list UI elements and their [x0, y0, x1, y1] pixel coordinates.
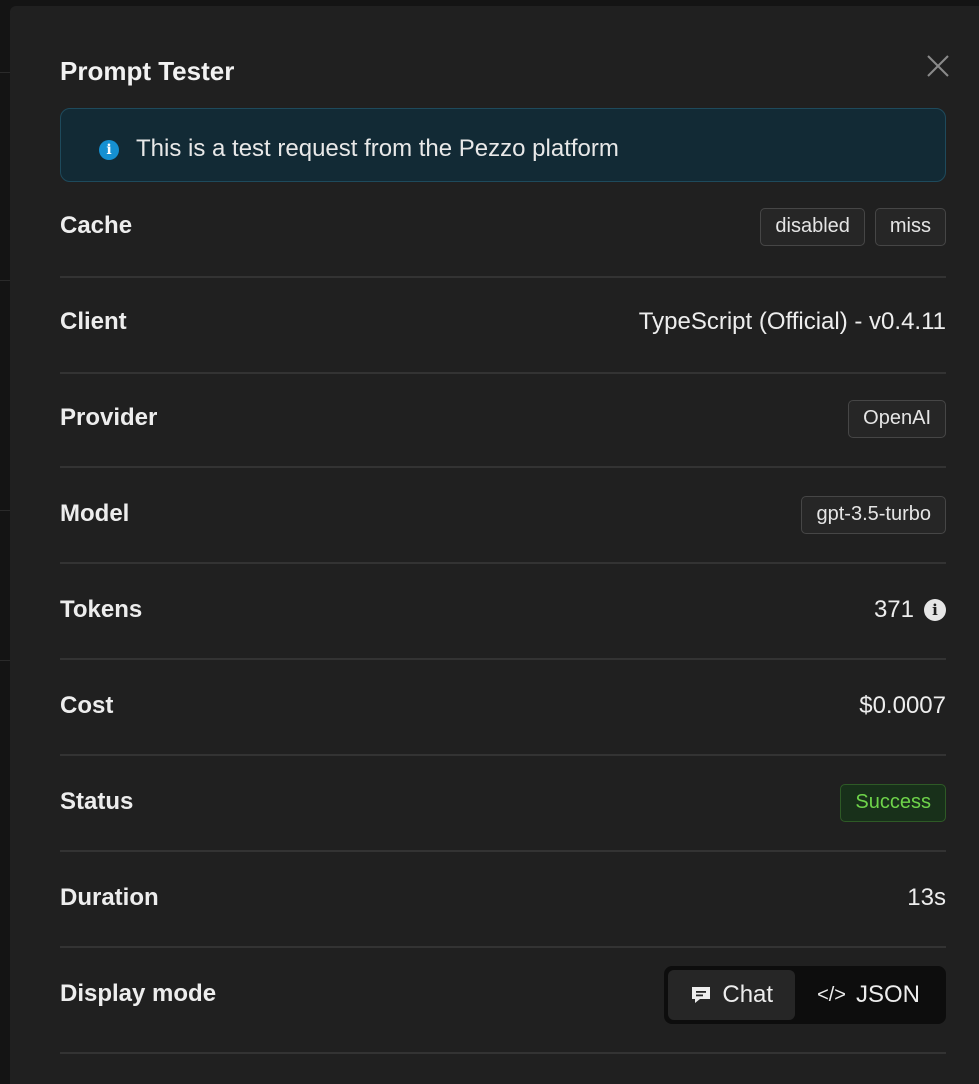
- cache-value: disabled miss: [760, 208, 946, 246]
- chat-label: Chat: [722, 981, 774, 1008]
- client-value: TypeScript (Official) - v0.4.11: [638, 308, 946, 335]
- row-client: Client TypeScript (Official) - v0.4.11: [60, 308, 946, 374]
- row-display-mode: Display mode Chat </> JSON: [60, 966, 946, 1054]
- status-badge: Success: [840, 784, 946, 822]
- row-cost: Cost $0.0007: [60, 692, 946, 756]
- backdrop-line: [0, 72, 10, 73]
- provider-tag: OpenAI: [848, 400, 946, 438]
- row-duration: Duration 13s: [60, 884, 946, 948]
- backdrop-line: [0, 660, 10, 661]
- row-model: Model gpt-3.5-turbo: [60, 496, 946, 564]
- row-tokens: Tokens 371 i: [60, 596, 946, 660]
- info-circle-icon: i: [99, 140, 119, 160]
- duration-value: 13s: [907, 884, 946, 911]
- client-label: Client: [60, 308, 127, 335]
- test-request-alert: i This is a test request from the Pezzo …: [60, 108, 946, 182]
- cache-label: Cache: [60, 212, 133, 239]
- tokens-info-icon[interactable]: i: [924, 599, 946, 621]
- provider-label: Provider: [60, 404, 158, 431]
- display-mode-control: Chat </> JSON: [664, 966, 946, 1024]
- provider-value: OpenAI: [848, 400, 946, 438]
- backdrop-line: [0, 510, 10, 511]
- status-label: Status: [60, 788, 134, 815]
- status-value: Success: [840, 784, 946, 822]
- cost-value: $0.0007: [859, 692, 946, 719]
- cache-hit-tag: miss: [874, 208, 946, 246]
- prompt-tester-drawer: Prompt Tester i This is a test request f…: [10, 6, 979, 1084]
- display-mode-chat-button[interactable]: Chat: [668, 970, 796, 1020]
- drawer-title: Prompt Tester: [60, 56, 235, 86]
- backdrop-line: [0, 280, 10, 281]
- display-mode-label: Display mode: [60, 980, 217, 1007]
- display-mode-json-button[interactable]: </> JSON: [795, 970, 942, 1020]
- json-label: JSON: [855, 981, 920, 1008]
- alert-text: This is a test request from the Pezzo pl…: [136, 135, 619, 162]
- tokens-label: Tokens: [60, 596, 143, 623]
- close-icon: [927, 55, 949, 77]
- tokens-value: 371: [873, 596, 914, 623]
- duration-label: Duration: [60, 884, 159, 911]
- close-button[interactable]: [922, 50, 954, 82]
- tokens-value-wrap: 371 i: [874, 596, 946, 624]
- model-value: gpt-3.5-turbo: [801, 496, 946, 534]
- chat-icon: [690, 984, 712, 1006]
- cache-enabled-tag: disabled: [760, 208, 865, 246]
- row-provider: Provider OpenAI: [60, 400, 946, 468]
- cost-label: Cost: [60, 692, 114, 719]
- code-icon: </>: [817, 983, 846, 1006]
- model-tag: gpt-3.5-turbo: [801, 496, 946, 534]
- row-cache: Cache disabled miss: [60, 208, 946, 278]
- row-status: Status Success: [60, 784, 946, 852]
- model-label: Model: [60, 500, 130, 527]
- display-mode-segmented: Chat </> JSON: [664, 966, 946, 1024]
